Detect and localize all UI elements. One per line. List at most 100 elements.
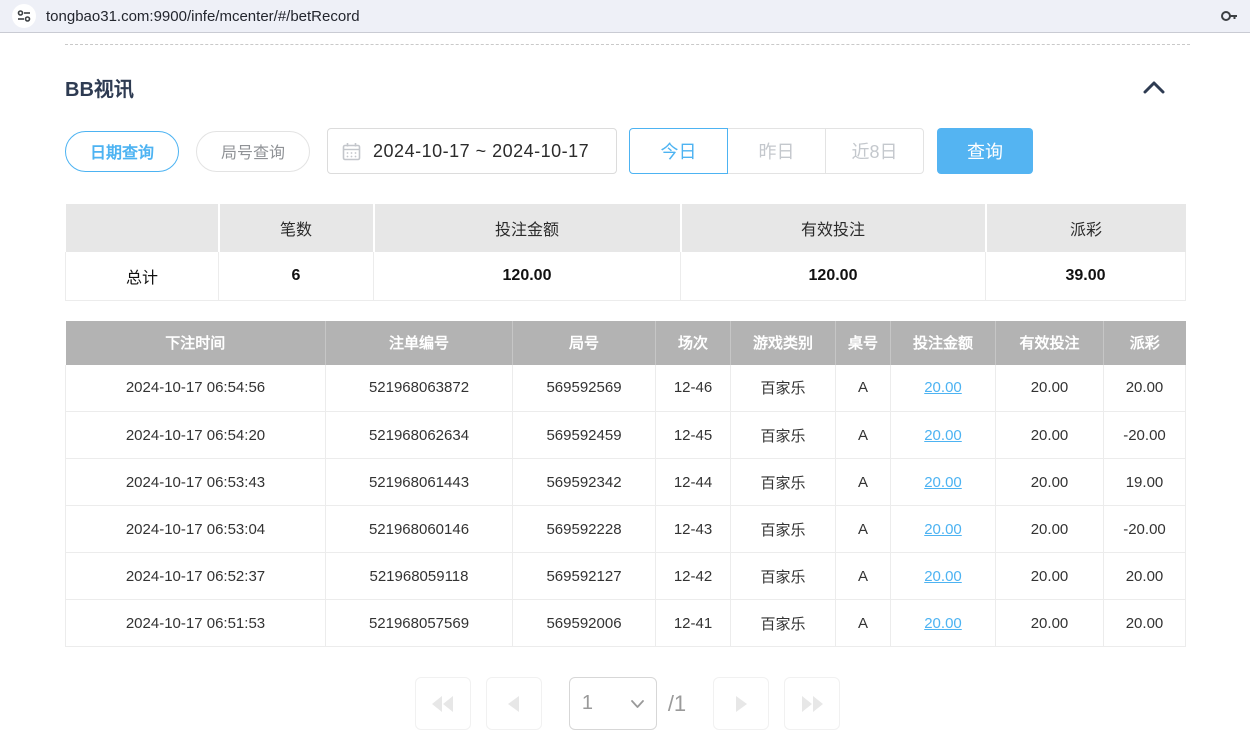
order-no-cell: 521968062634 (326, 412, 513, 459)
page-title: BB视讯 (65, 73, 134, 102)
bet-amount-cell: 20.00 (891, 459, 996, 506)
time-cell: 2024-10-17 06:54:20 (66, 412, 326, 459)
search-button[interactable]: 查询 (937, 128, 1033, 174)
time-cell: 2024-10-17 06:52:37 (66, 553, 326, 600)
bet-amount-link[interactable]: 20.00 (924, 474, 962, 491)
bet-amount-cell: 20.00 (891, 506, 996, 553)
bet-amount-link[interactable]: 20.00 (924, 615, 962, 632)
round-no-cell: 569592569 (513, 365, 656, 412)
date-range-value: 2024-10-17 ~ 2024-10-17 (373, 141, 589, 162)
bet-amount-cell: 20.00 (891, 365, 996, 412)
summary-total-count: 6 (219, 252, 374, 300)
valid-bet-cell: 20.00 (996, 553, 1104, 600)
payout-cell: 20.00 (1104, 365, 1186, 412)
summary-header-valid-bet: 有效投注 (681, 204, 986, 252)
time-cell: 2024-10-17 06:53:43 (66, 459, 326, 506)
time-cell: 2024-10-17 06:51:53 (66, 600, 326, 647)
bet-amount-link[interactable]: 20.00 (924, 379, 962, 396)
session-cell: 12-45 (656, 412, 731, 459)
payout-cell: 20.00 (1104, 553, 1186, 600)
first-page-button[interactable] (415, 677, 471, 730)
game-type-cell: 百家乐 (731, 506, 836, 553)
date-range-picker[interactable]: 2024-10-17 ~ 2024-10-17 (327, 128, 617, 174)
bet-amount-link[interactable]: 20.00 (924, 521, 962, 538)
site-settings-icon[interactable] (12, 4, 36, 28)
table-no-cell: A (836, 459, 891, 506)
order-no-cell: 521968059118 (326, 553, 513, 600)
header-valid-bet: 有效投注 (996, 321, 1104, 365)
browser-address-bar: tongbao31.com:9900/infe/mcenter/#/betRec… (0, 0, 1250, 33)
bet-amount-link[interactable]: 20.00 (924, 568, 962, 585)
header-bet-amount: 投注金额 (891, 321, 996, 365)
quick-last8days-button[interactable]: 近8日 (825, 128, 924, 174)
date-query-tab[interactable]: 日期查询 (65, 131, 179, 172)
session-cell: 12-44 (656, 459, 731, 506)
table-row: 2024-10-17 06:52:37521968059118569592127… (66, 553, 1186, 600)
header-session: 场次 (656, 321, 731, 365)
bet-amount-cell: 20.00 (891, 412, 996, 459)
url-text[interactable]: tongbao31.com:9900/infe/mcenter/#/betRec… (46, 8, 1210, 25)
order-no-cell: 521968060146 (326, 506, 513, 553)
page-select[interactable]: 1 (569, 677, 657, 730)
session-cell: 12-43 (656, 506, 731, 553)
game-type-cell: 百家乐 (731, 600, 836, 647)
table-row: 2024-10-17 06:53:43521968061443569592342… (66, 459, 1186, 506)
game-type-cell: 百家乐 (731, 365, 836, 412)
bet-record-page: BB视讯 日期查询 局号查询 2024-10-17 ~ 2024-10-17 今… (0, 44, 1250, 730)
next-page-button[interactable] (713, 677, 769, 730)
chevron-down-icon (631, 700, 644, 708)
payout-cell: -20.00 (1104, 412, 1186, 459)
quick-today-button[interactable]: 今日 (629, 128, 728, 174)
round-query-tab[interactable]: 局号查询 (196, 131, 310, 172)
time-cell: 2024-10-17 06:54:56 (66, 365, 326, 412)
double-right-arrow-icon (801, 696, 823, 712)
pagination: 1 /1 (65, 677, 1190, 730)
valid-bet-cell: 20.00 (996, 506, 1104, 553)
order-no-cell: 521968063872 (326, 365, 513, 412)
last-page-button[interactable] (784, 677, 840, 730)
filter-toolbar: 日期查询 局号查询 2024-10-17 ~ 2024-10-17 今日 昨日 … (65, 128, 1190, 174)
table-no-cell: A (836, 365, 891, 412)
table-row: 2024-10-17 06:54:56521968063872569592569… (66, 365, 1186, 412)
prev-page-button[interactable] (486, 677, 542, 730)
valid-bet-cell: 20.00 (996, 600, 1104, 647)
collapse-section-button[interactable] (1143, 81, 1165, 94)
header-game-type: 游戏类别 (731, 321, 836, 365)
payout-cell: -20.00 (1104, 506, 1186, 553)
header-table-no: 桌号 (836, 321, 891, 365)
summary-total-row: 总计 6 120.00 120.00 39.00 (66, 252, 1186, 300)
total-pages-label: /1 (668, 691, 686, 717)
password-key-icon[interactable] (1220, 8, 1238, 24)
round-no-cell: 569592459 (513, 412, 656, 459)
game-type-cell: 百家乐 (731, 412, 836, 459)
quick-yesterday-button[interactable]: 昨日 (727, 128, 826, 174)
table-no-cell: A (836, 506, 891, 553)
round-no-cell: 569592127 (513, 553, 656, 600)
bet-amount-cell: 20.00 (891, 600, 996, 647)
left-arrow-icon (508, 696, 520, 712)
game-type-cell: 百家乐 (731, 553, 836, 600)
valid-bet-cell: 20.00 (996, 365, 1104, 412)
header-payout: 派彩 (1104, 321, 1186, 365)
round-no-cell: 569592006 (513, 600, 656, 647)
order-no-cell: 521968057569 (326, 600, 513, 647)
dotted-separator (65, 44, 1190, 45)
bet-record-table: 下注时间 注单编号 局号 场次 游戏类别 桌号 投注金额 有效投注 派彩 202… (65, 321, 1186, 648)
summary-header-empty (66, 204, 219, 252)
table-row: 2024-10-17 06:53:04521968060146569592228… (66, 506, 1186, 553)
payout-cell: 20.00 (1104, 600, 1186, 647)
session-cell: 12-46 (656, 365, 731, 412)
table-row: 2024-10-17 06:51:53521968057569569592006… (66, 600, 1186, 647)
page-select-value: 1 (582, 692, 593, 715)
right-arrow-icon (735, 696, 747, 712)
chevron-up-icon (1143, 81, 1165, 94)
double-left-arrow-icon (432, 696, 454, 712)
bet-table-header-row: 下注时间 注单编号 局号 场次 游戏类别 桌号 投注金额 有效投注 派彩 (66, 321, 1186, 365)
bet-amount-link[interactable]: 20.00 (924, 427, 962, 444)
round-no-cell: 569592228 (513, 506, 656, 553)
payout-cell: 19.00 (1104, 459, 1186, 506)
section-header: BB视讯 (65, 73, 1190, 102)
table-row: 2024-10-17 06:54:20521968062634569592459… (66, 412, 1186, 459)
table-no-cell: A (836, 553, 891, 600)
header-bet-time: 下注时间 (66, 321, 326, 365)
